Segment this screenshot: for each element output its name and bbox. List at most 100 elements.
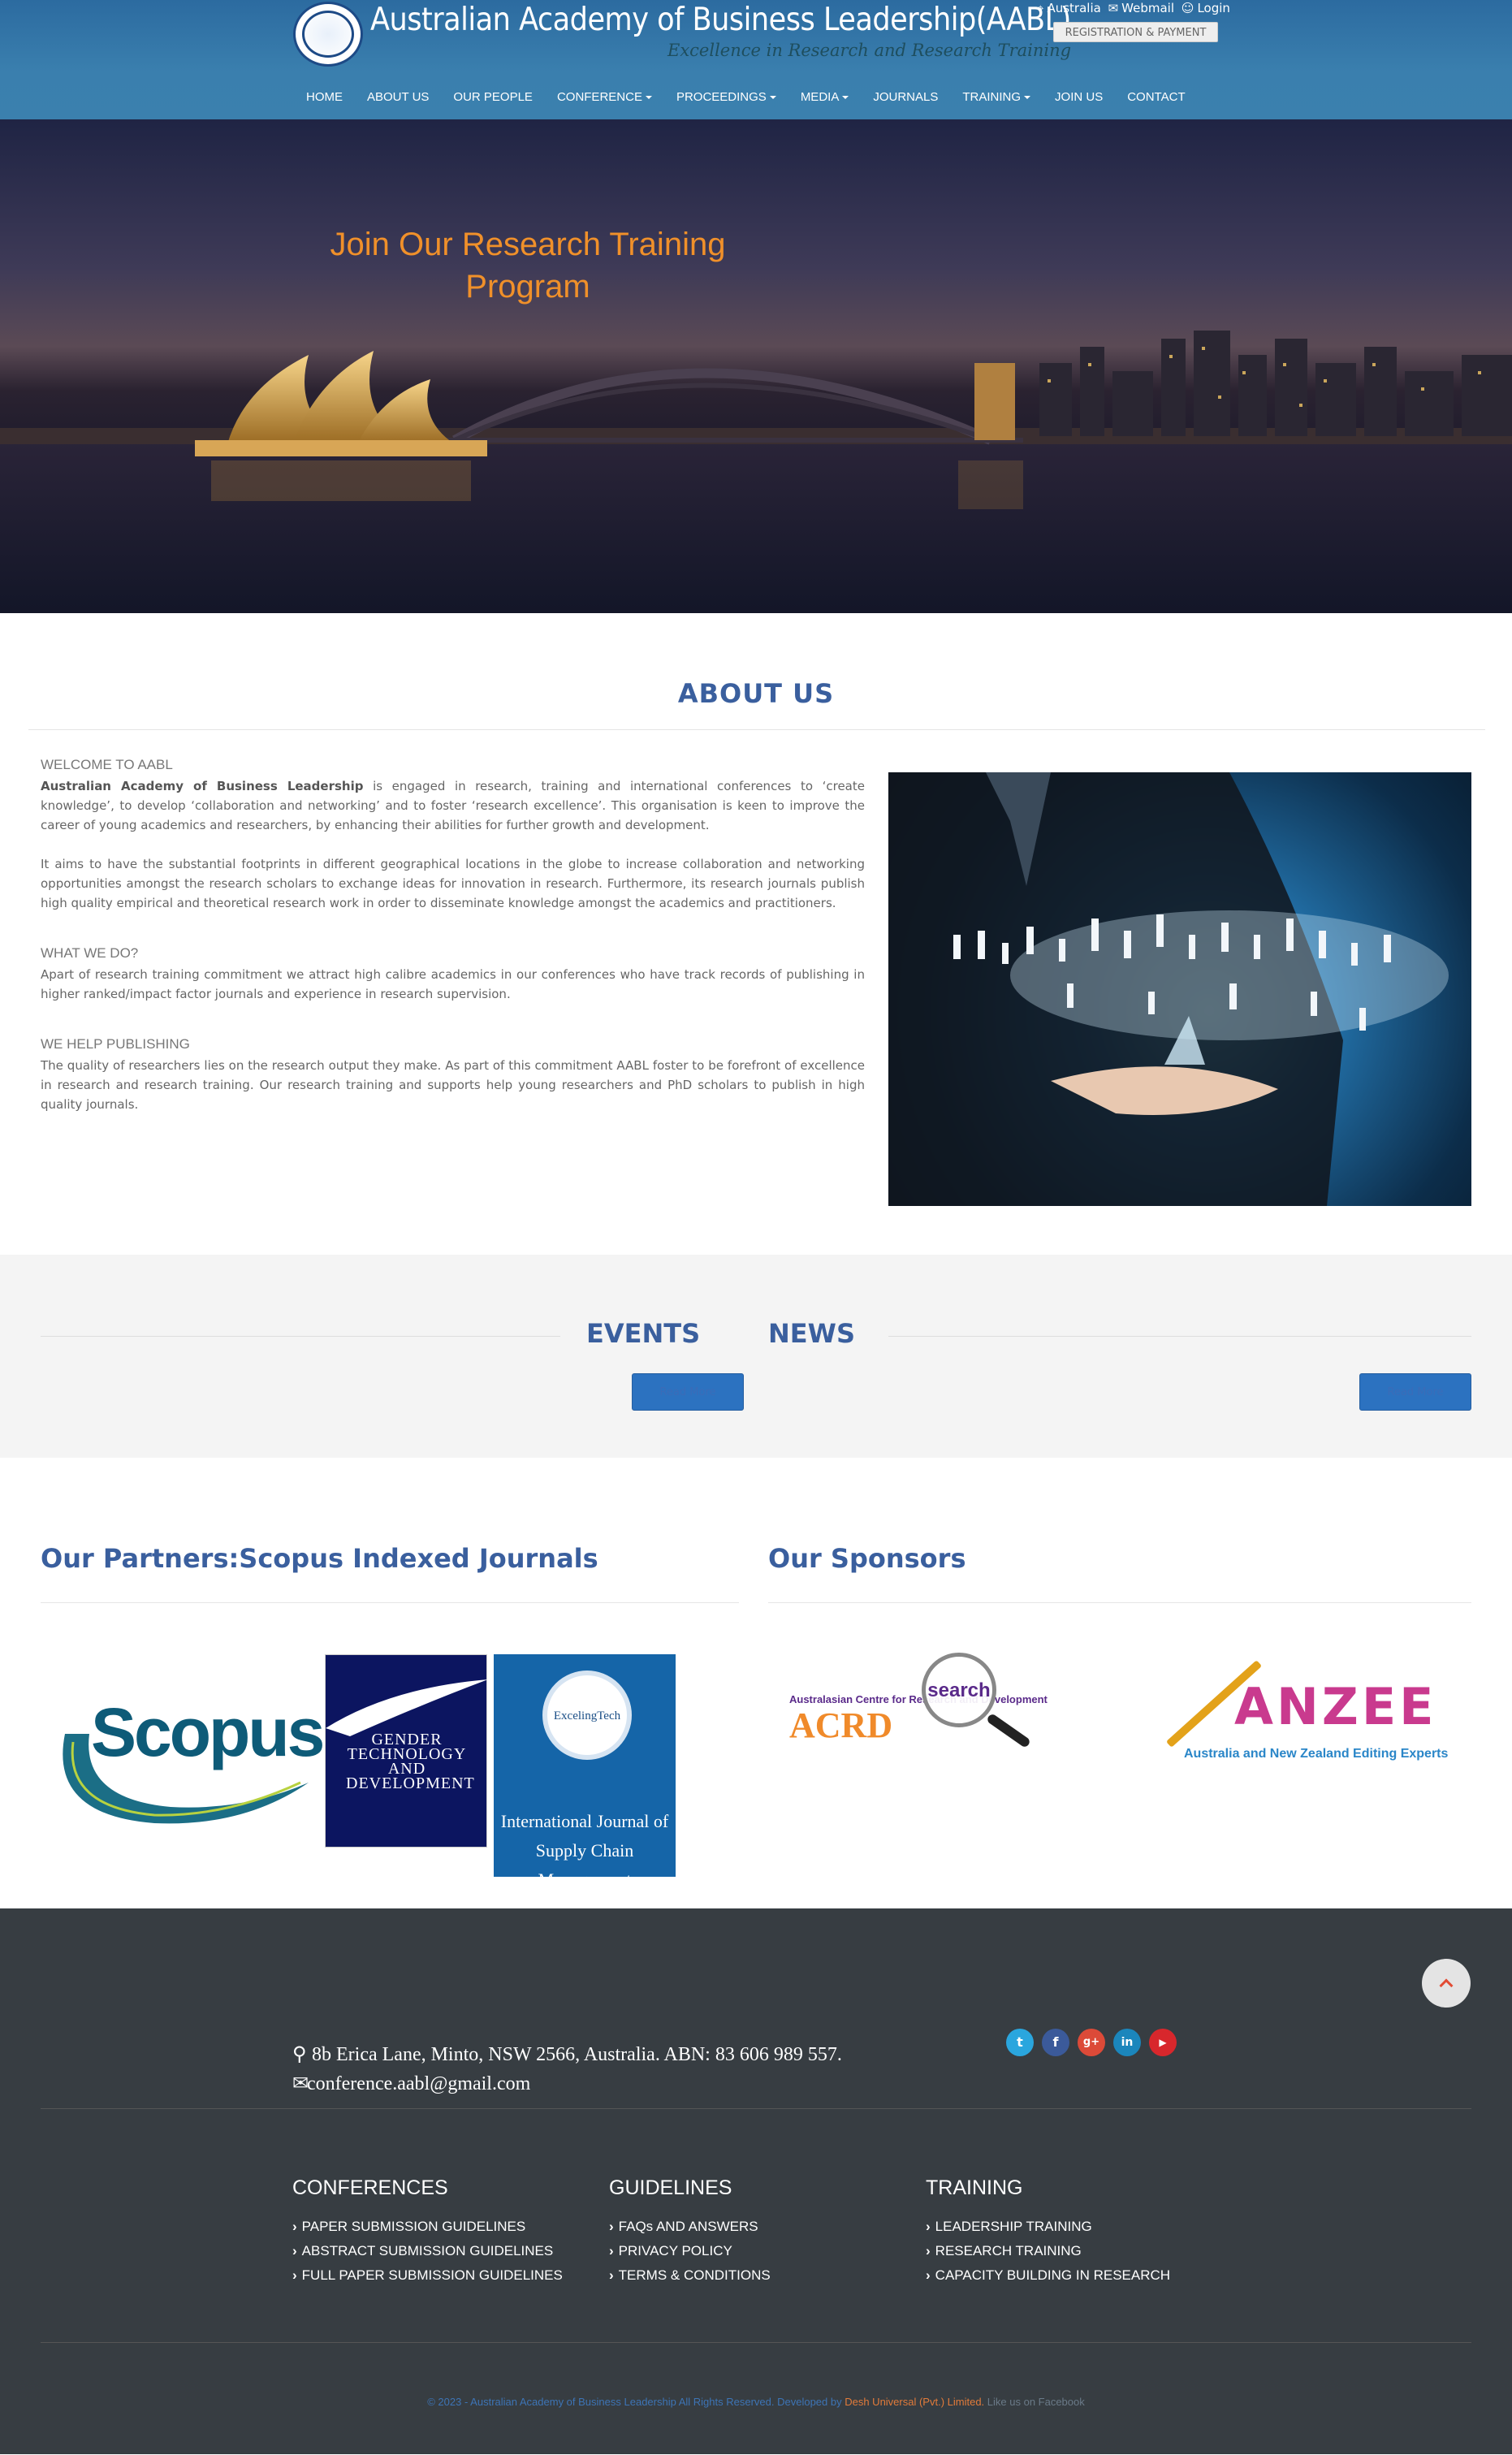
help-publishing-text: The quality of researchers lies on the r… — [41, 1058, 865, 1112]
footer-link[interactable]: FULL PAPER SUBMISSION GUIDELINES — [292, 2263, 563, 2288]
caret-down-icon — [769, 96, 776, 100]
footer-link[interactable]: ABSTRACT SUBMISSION GUIDELINES — [292, 2239, 563, 2263]
nav-conference[interactable]: CONFERENCE — [545, 90, 664, 104]
caret-down-icon — [842, 96, 849, 100]
magnifier-icon: search — [922, 1653, 996, 1727]
acrd-full-name: Australasian Centre for Research and Dev… — [789, 1693, 1048, 1705]
divider — [888, 1336, 1471, 1337]
footer-link[interactable]: CAPACITY BUILDING IN RESEARCH — [926, 2263, 1170, 2288]
footer-col-conferences: CONFERENCES PAPER SUBMISSION GUIDELINES … — [292, 2176, 563, 2288]
global-network-image — [888, 772, 1471, 1206]
footer-link[interactable]: PAPER SUBMISSION GUIDELINES — [292, 2215, 563, 2239]
sponsors-title: Our Sponsors — [768, 1543, 966, 1574]
nav-home[interactable]: HOME — [294, 90, 355, 104]
anzee-wordmark: ANZEE — [1234, 1677, 1437, 1736]
acrd-wordmark: ACRD — [789, 1705, 893, 1745]
welcome-heading: WELCOME TO AABL — [41, 757, 173, 772]
news-title: NEWS — [768, 1318, 855, 1349]
sydney-skyline-image — [0, 331, 1512, 613]
nav-journals[interactable]: JOURNALS — [861, 90, 950, 104]
aabl-logo[interactable] — [293, 2, 363, 67]
about-text: WELCOME TO AABL Australian Academy of Bu… — [41, 755, 865, 1134]
caret-down-icon — [645, 96, 652, 100]
magnifier-handle — [985, 1712, 1032, 1749]
footer-heading: GUIDELINES — [609, 2176, 732, 2199]
top-link-login[interactable]: Login — [1197, 1, 1229, 15]
email-link[interactable]: conference.aabl@gmail.com — [307, 2073, 530, 2094]
nav-contact[interactable]: CONTACT — [1115, 90, 1197, 104]
site-title[interactable]: Australian Academy of Business Leadershi… — [370, 2, 1071, 38]
journal-title-supply-chain: International Journal of Supply Chain Ma… — [500, 1811, 669, 1890]
caret-down-icon — [1024, 96, 1031, 100]
map-marker-icon: ⚲ — [292, 2044, 307, 2065]
nav-our-people[interactable]: OUR PEOPLE — [441, 90, 545, 104]
footer-link[interactable]: PRIVACY POLICY — [609, 2239, 771, 2263]
site-header: Australian Academy of Business Leadershi… — [0, 0, 1512, 119]
org-name: Australian Academy of Business Leadershi… — [41, 779, 364, 793]
facebook-icon[interactable]: f — [1042, 2029, 1069, 2056]
acrd-logo[interactable]: Australasian Centre for Research and Dev… — [780, 1653, 1104, 1774]
main-nav: HOME ABOUT US OUR PEOPLE CONFERENCE PROC… — [294, 90, 1198, 104]
anzee-full-name: Australia and New Zealand Editing Expert… — [1184, 1747, 1449, 1761]
contact-info: ⚲ 8b Erica Lane, Minto, NSW 2566, Austra… — [292, 2040, 1023, 2098]
nav-training[interactable]: TRAINING — [950, 90, 1043, 104]
footer-heading: CONFERENCES — [292, 2176, 448, 2199]
footer-col-training: TRAINING LEADERSHIP TRAINING RESEARCH TR… — [926, 2176, 1170, 2288]
partners-sponsors-section: Our Partners:Scopus Indexed Journals Our… — [0, 1458, 1512, 1908]
journal-cover-gender-technology[interactable]: Gender Technology and Development — [325, 1654, 488, 1848]
hero-banner: Join Our Research Training Program — [0, 119, 1512, 613]
journal-cover-supply-chain[interactable]: ExcelingTech International Journal of Su… — [494, 1654, 676, 1890]
nav-about-us[interactable]: ABOUT US — [355, 90, 441, 104]
top-links: ⌖ Australia ✉ Webmail ☺ Login — [1037, 1, 1233, 15]
linkedin-icon[interactable]: in — [1113, 2029, 1141, 2056]
about-paragraph-2: It aims to have the substantial footprin… — [41, 857, 865, 910]
mail-icon: ✉ — [1108, 1, 1119, 15]
footer-link[interactable]: LEADERSHIP TRAINING — [926, 2215, 1170, 2239]
address: 8b Erica Lane, Minto, NSW 2566, Australi… — [312, 2044, 842, 2065]
news-read-more-button[interactable]: Read More — [1359, 1373, 1471, 1411]
about-section: ABOUT US WELCOME TO AABL Australian Acad… — [0, 613, 1512, 1255]
events-news-section: EVENTS Read More NEWS Read More — [0, 1255, 1512, 1458]
top-link-australia[interactable]: Australia — [1047, 1, 1100, 15]
journal-title-gender-technology: Gender Technology and Development — [346, 1731, 475, 1792]
acrd-search-word: search — [927, 1679, 991, 1701]
hero-title: Join Our Research Training Program — [330, 227, 726, 305]
scopus-logo[interactable]: Scopus — [57, 1669, 325, 1831]
divider — [41, 1336, 560, 1337]
what-we-do-heading: WHAT WE DO? — [41, 945, 139, 961]
facebook-like-link[interactable]: Like us on Facebook — [984, 2396, 1085, 2408]
developer-link[interactable]: Desh Universal (Pvt.) Limited. — [845, 2396, 984, 2408]
top-link-webmail[interactable]: Webmail — [1121, 1, 1174, 15]
footer-col-guidelines: GUIDELINES FAQs AND ANSWERS PRIVACY POLI… — [609, 2176, 771, 2288]
events-read-more-button[interactable]: Read More — [632, 1373, 744, 1411]
excelingtech-logo: ExcelingTech — [542, 1671, 632, 1760]
registration-button[interactable]: REGISTRATION & PAYMENT — [1053, 22, 1218, 42]
footer-link[interactable]: TERMS & CONDITIONS — [609, 2263, 771, 2288]
envelope-icon: ✉ — [292, 2073, 309, 2094]
twitter-icon[interactable]: t — [1006, 2029, 1034, 2056]
nav-media[interactable]: MEDIA — [788, 90, 862, 104]
divider — [41, 2108, 1471, 2109]
what-we-do-text: Apart of research training commitment we… — [41, 967, 865, 1001]
divider — [41, 2342, 1471, 2343]
anzee-logo[interactable]: ANZEE Australia and New Zealand Editing … — [1145, 1653, 1470, 1774]
about-paragraph-1: Australian Academy of Business Leadershi… — [41, 779, 865, 832]
divider — [28, 729, 1485, 730]
site-footer: ⚲ 8b Erica Lane, Minto, NSW 2566, Austra… — [0, 1908, 1512, 2454]
nav-join-us[interactable]: JOIN US — [1043, 90, 1115, 104]
youtube-icon[interactable]: ▶ — [1149, 2029, 1177, 2056]
location-icon: ⌖ — [1037, 1, 1044, 15]
footer-link[interactable]: FAQs AND ANSWERS — [609, 2215, 771, 2239]
help-publishing-heading: WE HELP PUBLISHING — [41, 1036, 190, 1052]
partners-title: Our Partners:Scopus Indexed Journals — [41, 1543, 598, 1574]
scroll-top-button[interactable] — [1422, 1959, 1471, 2008]
google-plus-icon[interactable]: g+ — [1078, 2029, 1105, 2056]
social-links: t f g+ in ▶ — [1006, 2029, 1177, 2056]
footer-heading: TRAINING — [926, 2176, 1023, 2199]
divider — [768, 1602, 1471, 1603]
about-title: ABOUT US — [677, 678, 835, 709]
nav-proceedings[interactable]: PROCEEDINGS — [664, 90, 788, 104]
footer-link[interactable]: RESEARCH TRAINING — [926, 2239, 1170, 2263]
divider — [41, 1602, 739, 1603]
excelingtech-wordmark: ExcelingTech — [553, 1709, 621, 1722]
